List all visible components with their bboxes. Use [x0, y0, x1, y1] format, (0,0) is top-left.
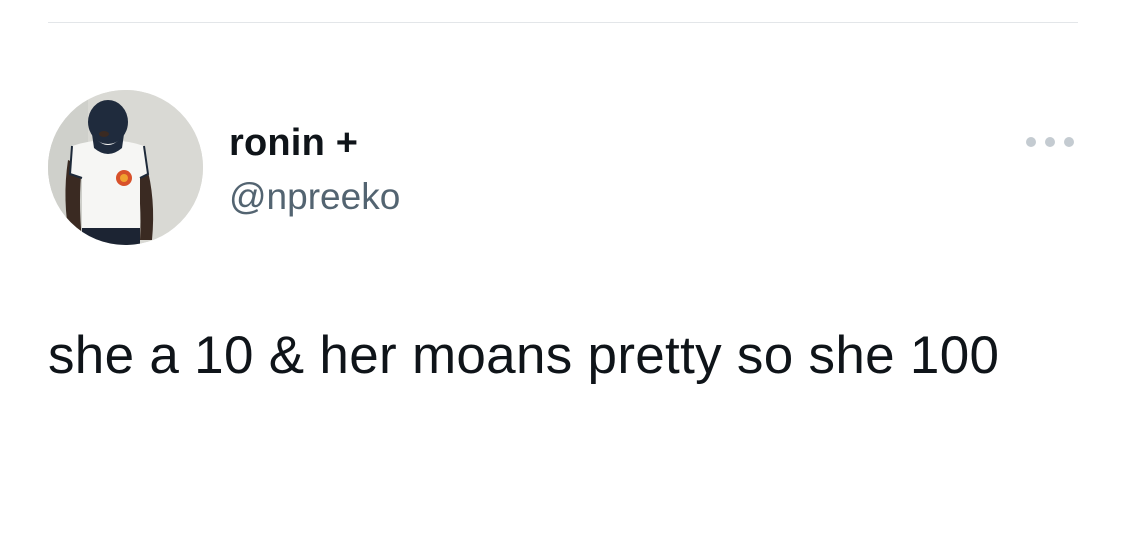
top-divider [48, 22, 1078, 23]
avatar[interactable] [48, 90, 203, 245]
tweet-text: she a 10 & her moans pretty so she 100 [48, 326, 1000, 385]
tweet-header: ronin + @npreeko [48, 90, 1078, 246]
more-horizontal-icon [1064, 137, 1074, 147]
more-horizontal-icon [1045, 137, 1055, 147]
more-horizontal-icon [1026, 137, 1036, 147]
author-display-name[interactable]: ronin + [229, 120, 358, 166]
avatar-photo [48, 90, 203, 245]
more-options-button[interactable] [1026, 130, 1074, 154]
author-handle[interactable]: @npreeko [229, 174, 400, 220]
